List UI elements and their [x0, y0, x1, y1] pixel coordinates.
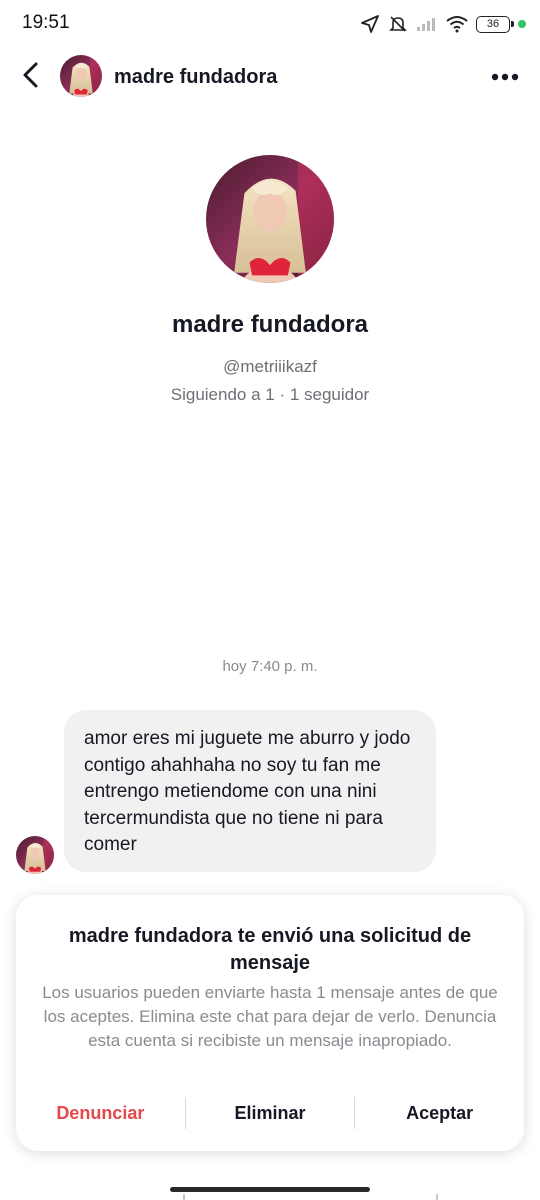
status-bar: 19:51 36 — [0, 0, 540, 48]
report-button[interactable]: Denunciar — [16, 1103, 185, 1124]
signal-icon — [416, 16, 438, 32]
status-time: 19:51 — [22, 12, 70, 33]
privacy-dot-icon — [518, 20, 526, 28]
chevron-left-icon — [22, 62, 40, 93]
profile-handle: @metriiikazf — [223, 357, 317, 376]
divider — [436, 1194, 438, 1200]
status-icons: 36 — [360, 12, 526, 36]
message-text: amor eres mi juguete me aburro y jodo co… — [84, 728, 411, 855]
sender-avatar[interactable] — [16, 836, 54, 874]
location-arrow-icon — [360, 14, 380, 34]
home-indicator[interactable] — [170, 1187, 370, 1192]
bell-muted-icon — [388, 14, 408, 34]
request-title: madre fundadora te envió una solicitud d… — [68, 925, 472, 974]
delete-button[interactable]: Eliminar — [186, 1103, 355, 1124]
battery-icon: 36 — [476, 15, 514, 33]
request-description: Los usuarios pueden enviarte hasta 1 men… — [42, 983, 498, 1050]
request-actions: Denunciar Eliminar Aceptar — [16, 1095, 524, 1131]
message-timestamp: hoy 7:40 p. m. — [222, 658, 318, 675]
header-title[interactable]: madre fundadora — [114, 66, 277, 89]
header-avatar[interactable] — [60, 55, 102, 97]
profile-avatar[interactable] — [206, 155, 334, 283]
profile-stats: Siguiendo a 1 · 1 seguidor — [170, 385, 370, 404]
message-bubble[interactable]: amor eres mi juguete me aburro y jodo co… — [64, 710, 436, 872]
more-horizontal-icon — [491, 68, 519, 86]
chat-header: madre fundadora — [0, 50, 540, 104]
back-button[interactable] — [14, 60, 48, 94]
profile-name: madre fundadora — [171, 311, 369, 338]
message-request-card: madre fundadora te envió una solicitud d… — [16, 895, 524, 1151]
wifi-icon — [446, 15, 468, 33]
more-options-button[interactable] — [488, 60, 522, 94]
accept-button[interactable]: Aceptar — [355, 1103, 524, 1124]
profile-section: madre fundadora @metriiikazf Siguiendo a… — [0, 155, 540, 405]
divider — [183, 1194, 185, 1200]
